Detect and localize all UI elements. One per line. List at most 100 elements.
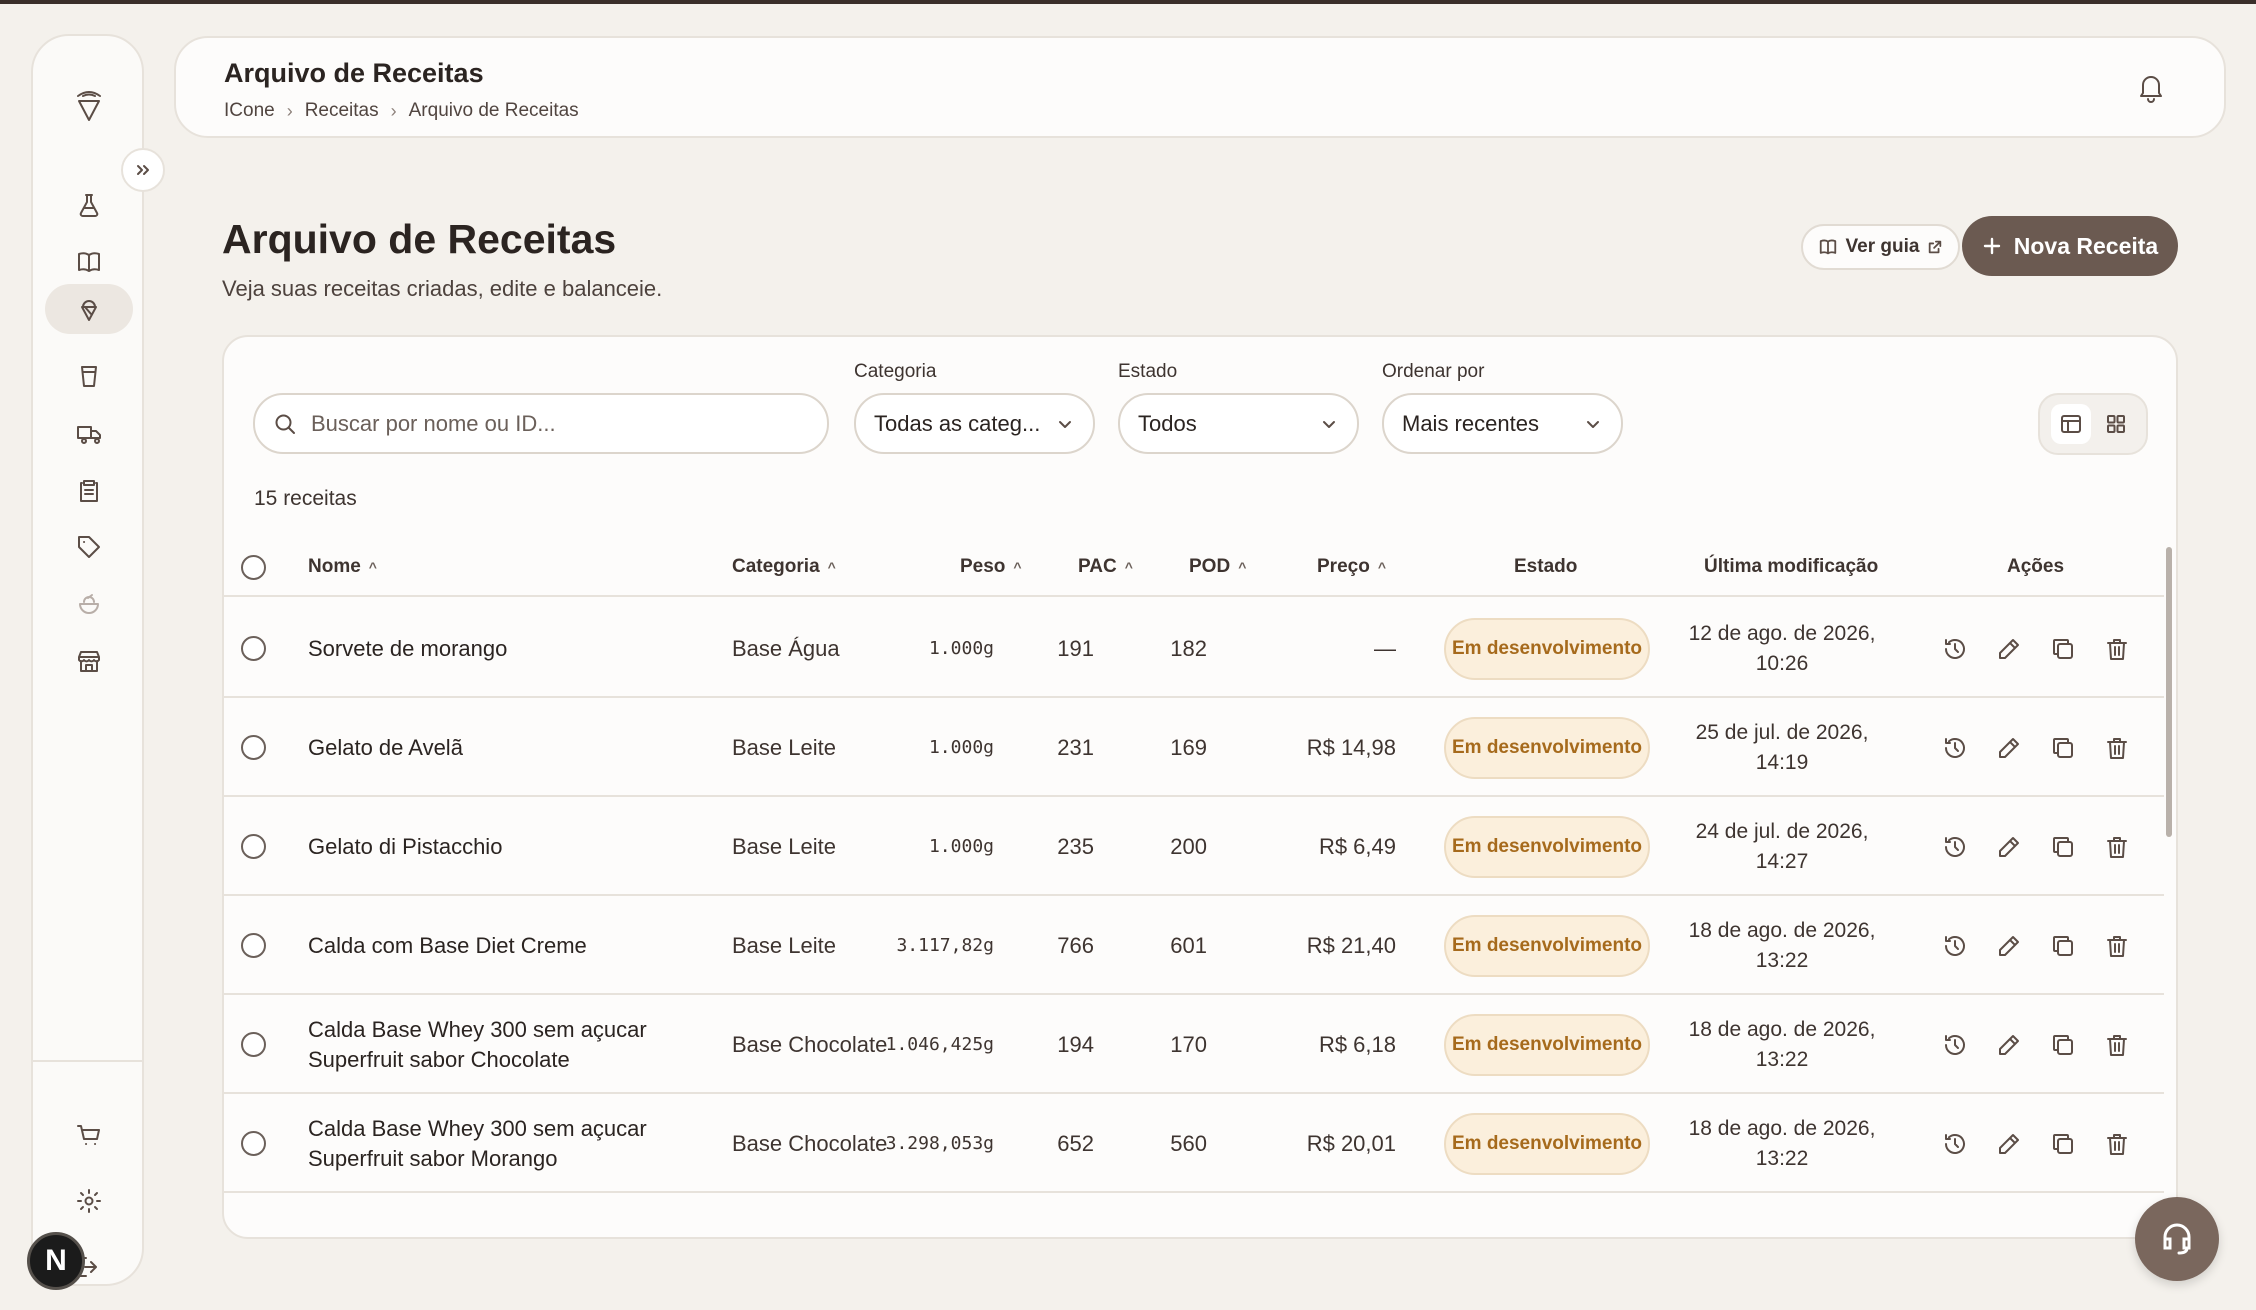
delete-button[interactable]: [2103, 734, 2131, 762]
select-all-checkbox[interactable]: [241, 537, 266, 597]
pencil-icon: [1999, 836, 2019, 857]
table-row[interactable]: Calda com Base Diet Creme Base Leite 3.117…: [224, 896, 2164, 995]
header-title: Arquivo de Receitas: [224, 58, 484, 88]
recipe-pac: 191: [1057, 635, 1094, 661]
table-scrollbar[interactable]: [2164, 537, 2174, 1197]
grid-view-button[interactable]: [2096, 404, 2136, 444]
column-header-weight[interactable]: Peso ^: [960, 537, 1022, 597]
recipe-name[interactable]: Gelato di Pistacchio: [308, 797, 688, 896]
view-guide-button[interactable]: Ver guia: [1801, 224, 1960, 270]
notifications-button[interactable]: [2134, 70, 2168, 104]
grid-icon: [2106, 415, 2125, 433]
status-select[interactable]: Todos: [1118, 393, 1359, 454]
table-row[interactable]: Calda Base Whey 300 sem açucar Superfrui…: [224, 995, 2164, 1094]
sidebar-item-recipes[interactable]: [45, 284, 133, 334]
delete-button[interactable]: [2103, 1031, 2131, 1059]
history-button[interactable]: [1941, 833, 1969, 861]
edit-button[interactable]: [1995, 635, 2023, 663]
edit-button[interactable]: [1995, 1130, 2023, 1158]
pencil-icon: [1999, 737, 2019, 758]
duplicate-button[interactable]: [2049, 1031, 2077, 1059]
sidebar-item-flask[interactable]: [45, 180, 133, 230]
duplicate-button[interactable]: [2049, 635, 2077, 663]
chevron-down-icon: [1323, 420, 1335, 428]
duplicate-button[interactable]: [2049, 932, 2077, 960]
row-checkbox[interactable]: [241, 896, 266, 995]
history-button[interactable]: [1941, 1031, 1969, 1059]
history-icon: [1945, 935, 1965, 956]
user-avatar[interactable]: N: [27, 1232, 85, 1290]
row-checkbox[interactable]: [241, 698, 266, 797]
history-button[interactable]: [1941, 932, 1969, 960]
delete-button[interactable]: [2103, 635, 2131, 663]
column-header-price[interactable]: Preço ^: [1317, 537, 1386, 597]
row-checkbox[interactable]: [241, 797, 266, 896]
sidebar-item-cup[interactable]: [45, 351, 133, 401]
support-chat-button[interactable]: [2135, 1197, 2219, 1281]
duplicate-button[interactable]: [2049, 833, 2077, 861]
column-header-pod[interactable]: POD ^: [1189, 537, 1246, 597]
sidebar-item-clipboard[interactable]: [45, 465, 133, 515]
breadcrumb: ICone › Receitas › Arquivo de Receitas: [224, 100, 579, 122]
recipe-weight: 1.000g: [928, 638, 994, 659]
recipe-name[interactable]: Gelato de Avelã: [308, 698, 688, 797]
edit-button[interactable]: [1995, 734, 2023, 762]
table-row[interactable]: Gelato di Pistacchio Base Leite 1.000g 235 2…: [224, 797, 2164, 896]
recipe-category: Base Leite: [732, 734, 836, 760]
edit-button[interactable]: [1995, 1031, 2023, 1059]
recipe-name[interactable]: Sorvete de morango: [308, 599, 688, 698]
sidebar-item-delivery[interactable]: [45, 408, 133, 458]
edit-button[interactable]: [1995, 833, 2023, 861]
breadcrumb-separator-icon: ›: [286, 100, 293, 121]
sidebar-item-bowl[interactable]: [45, 579, 133, 629]
breadcrumb-item[interactable]: ICone: [224, 100, 275, 122]
category-select[interactable]: Todas as categ...: [854, 393, 1095, 454]
sort-select-value: Mais recentes: [1402, 410, 1539, 436]
sidebar-item-book[interactable]: [45, 237, 133, 287]
row-checkbox[interactable]: [241, 1094, 266, 1193]
sidebar-item-settings[interactable]: [45, 1176, 133, 1226]
breadcrumb-item[interactable]: Receitas: [305, 100, 379, 122]
column-header-category[interactable]: Categoria ^: [732, 537, 836, 597]
recipe-name[interactable]: Calda Base Whey 300 sem açucar Superfrui…: [308, 995, 688, 1094]
recipe-pod: 200: [1170, 833, 1207, 859]
table-row[interactable]: Calda Base Whey 300 sem açucar Superfrui…: [224, 1094, 2164, 1193]
new-recipe-button[interactable]: Nova Receita: [1962, 216, 2178, 276]
search-input[interactable]: [311, 410, 791, 437]
history-button[interactable]: [1941, 734, 1969, 762]
table-row[interactable]: Sorvete de morango Base Água 1.000g 191 182 —…: [224, 599, 2164, 698]
history-button[interactable]: [1941, 635, 1969, 663]
delete-button[interactable]: [2103, 833, 2131, 861]
sort-select[interactable]: Mais recentes: [1382, 393, 1623, 454]
copy-icon: [2053, 935, 2073, 956]
row-checkbox[interactable]: [241, 599, 266, 698]
column-header-pac[interactable]: PAC ^: [1078, 537, 1133, 597]
duplicate-button[interactable]: [2049, 1130, 2077, 1158]
delete-button[interactable]: [2103, 1130, 2131, 1158]
delete-button[interactable]: [2103, 932, 2131, 960]
duplicate-button[interactable]: [2049, 734, 2077, 762]
chevron-down-icon: [1059, 420, 1071, 428]
history-button[interactable]: [1941, 1130, 1969, 1158]
table-row[interactable]: [224, 1193, 2164, 1233]
row-checkbox[interactable]: [241, 995, 266, 1094]
breadcrumb-item-current: Arquivo de Receitas: [408, 100, 579, 121]
recipe-price: R$ 6,49: [1318, 833, 1396, 859]
column-header-name[interactable]: Nome ^: [308, 537, 377, 597]
table-row[interactable]: Gelato de Avelã Base Leite 1.000g 231 169 R$ …: [224, 698, 2164, 797]
new-recipe-label: Nova Receita: [2013, 232, 2159, 259]
recipe-name[interactable]: Calda Base Whey 300 sem açucar Superfrui…: [308, 1094, 688, 1193]
edit-button[interactable]: [1995, 932, 2023, 960]
sidebar-item-cart[interactable]: [45, 1110, 133, 1160]
search-field[interactable]: [253, 393, 829, 454]
app-logo-icon[interactable]: [69, 84, 109, 124]
view-mode-toggle: [2038, 393, 2148, 455]
sidebar-item-tags[interactable]: [45, 522, 133, 572]
recipe-modified-date: 18 de ago. de 2026, 13:22: [1688, 1116, 1876, 1170]
table-view-button[interactable]: [2050, 404, 2091, 444]
sidebar-item-store[interactable]: [45, 636, 133, 686]
recipe-name[interactable]: Calda com Base Diet Creme: [308, 896, 688, 995]
scrollbar-thumb[interactable]: [2166, 547, 2172, 837]
sidebar-expand-button[interactable]: [121, 148, 165, 192]
recipe-pod: 169: [1170, 734, 1207, 760]
